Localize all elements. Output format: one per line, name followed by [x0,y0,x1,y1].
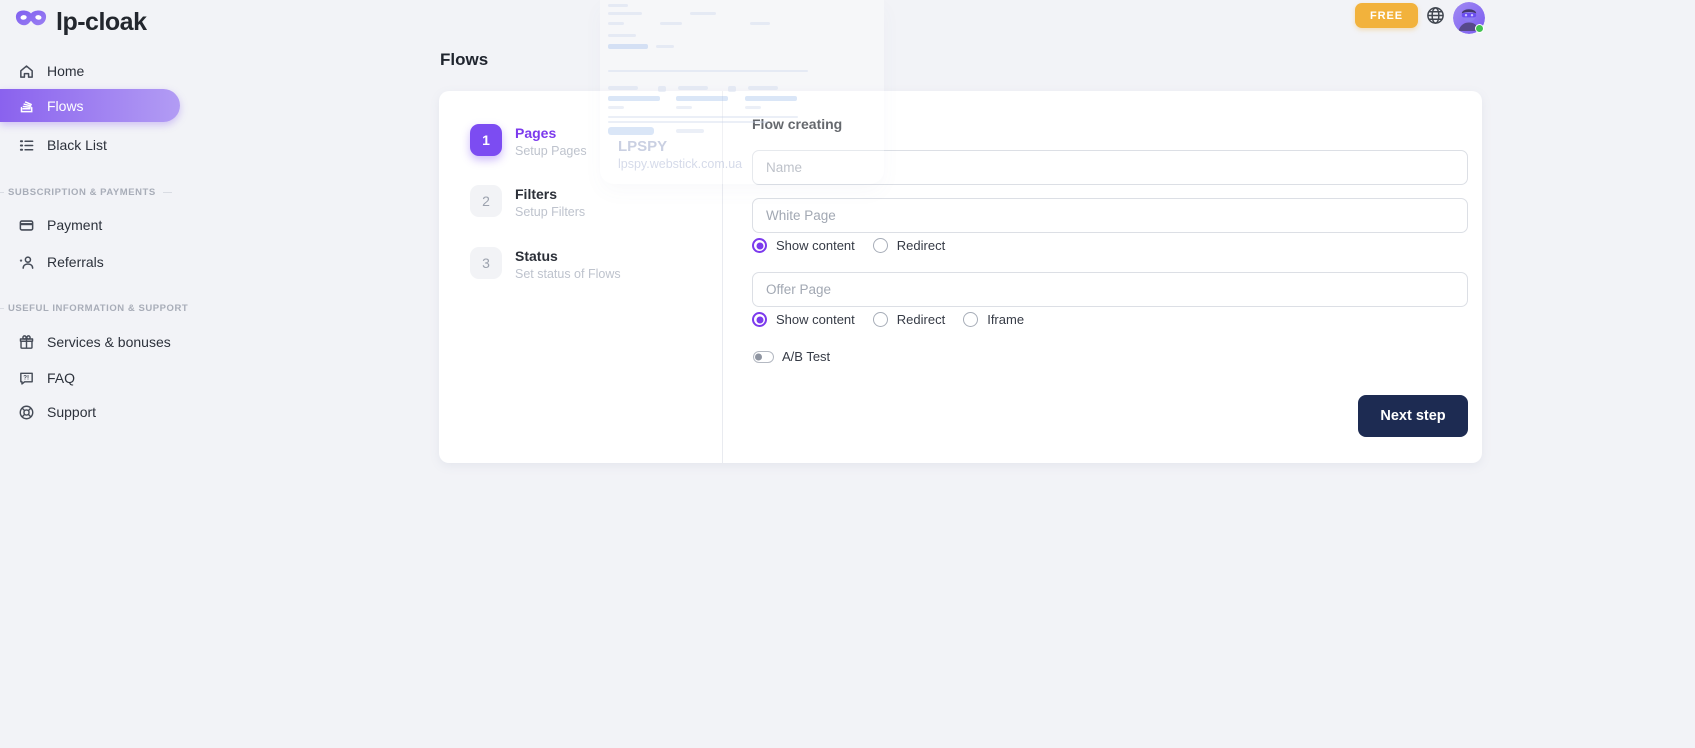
white-page-radio-group: Show content Redirect [752,238,945,253]
sidebar-item-label: Services & bonuses [47,334,171,350]
step-title: Pages [515,124,587,141]
credit-card-icon [18,217,35,234]
radio-icon [873,238,888,253]
sidebar-item-faq[interactable]: ?! FAQ [0,361,180,395]
step-title: Status [515,247,621,264]
offer-page-radio-iframe[interactable]: Iframe [963,312,1024,327]
flow-creating-panel: 1 Pages Setup Pages 2 Filters Setup Filt… [439,91,1482,463]
radio-icon [752,238,767,253]
sidebar-item-label: Support [47,404,96,420]
gift-icon [18,334,35,351]
sidebar-section-subscription: SUBSCRIPTION & PAYMENTS [0,185,180,199]
step-number: 2 [470,185,502,217]
user-avatar[interactable] [1453,2,1485,34]
flows-stack-icon [18,97,35,114]
svg-text:?!: ?! [23,374,29,381]
sidebar-item-label: Referrals [47,254,104,270]
faq-bubble-icon: ?! [18,370,35,387]
offer-page-radio-show-content[interactable]: Show content [752,312,855,327]
stepper-step-pages[interactable]: 1 Pages Setup Pages [470,124,587,158]
language-globe-icon[interactable] [1426,6,1445,25]
sidebar-section-useful: USEFUL INFORMATION & SUPPORT [0,301,180,315]
radio-icon [963,312,978,327]
stepper-step-filters[interactable]: 2 Filters Setup Filters [470,185,585,219]
offer-page-input[interactable] [752,272,1468,307]
step-subtitle: Set status of Flows [515,267,621,281]
white-page-radio-show-content[interactable]: Show content [752,238,855,253]
white-page-radio-redirect[interactable]: Redirect [873,238,945,253]
radio-icon [873,312,888,327]
ab-test-toggle-row[interactable]: A/B Test [753,349,830,364]
stepper-step-status[interactable]: 3 Status Set status of Flows [470,247,621,281]
offer-page-radio-group: Show content Redirect Iframe [752,312,1024,327]
step-subtitle: Setup Filters [515,205,585,219]
sidebar-item-flows[interactable]: Flows [0,89,180,122]
sidebar-item-label: Black List [47,137,107,153]
sidebar-item-referrals[interactable]: Referrals [0,245,180,279]
next-step-button[interactable]: Next step [1358,395,1468,437]
referrals-person-icon [18,254,35,271]
sidebar-item-black-list[interactable]: Black List [0,128,180,162]
sidebar: Home Flows Black List SUBSCRIPTION & PAY… [0,0,180,748]
lifebuoy-icon [18,404,35,421]
radio-icon [752,312,767,327]
panel-divider [722,91,723,463]
sidebar-item-label: Flows [47,98,84,114]
sidebar-item-services[interactable]: Services & bonuses [0,325,180,359]
online-status-dot [1475,24,1484,33]
step-number: 3 [470,247,502,279]
white-page-input[interactable] [752,198,1468,233]
ab-test-toggle[interactable] [753,351,774,363]
page-title: Flows [440,50,488,70]
step-subtitle: Setup Pages [515,144,587,158]
step-title: Filters [515,185,585,202]
sidebar-item-support[interactable]: Support [0,395,180,429]
offer-page-radio-redirect[interactable]: Redirect [873,312,945,327]
list-icon [18,137,35,154]
name-input[interactable] [752,150,1468,185]
sidebar-item-home[interactable]: Home [0,54,180,88]
plan-badge[interactable]: FREE [1355,3,1418,28]
sidebar-item-payment[interactable]: Payment [0,208,180,242]
home-icon [18,63,35,80]
sidebar-item-label: FAQ [47,370,75,386]
sidebar-item-label: Payment [47,217,102,233]
sidebar-item-label: Home [47,63,84,79]
ab-test-label: A/B Test [782,349,830,364]
step-number: 1 [470,124,502,156]
form-title: Flow creating [752,116,842,132]
